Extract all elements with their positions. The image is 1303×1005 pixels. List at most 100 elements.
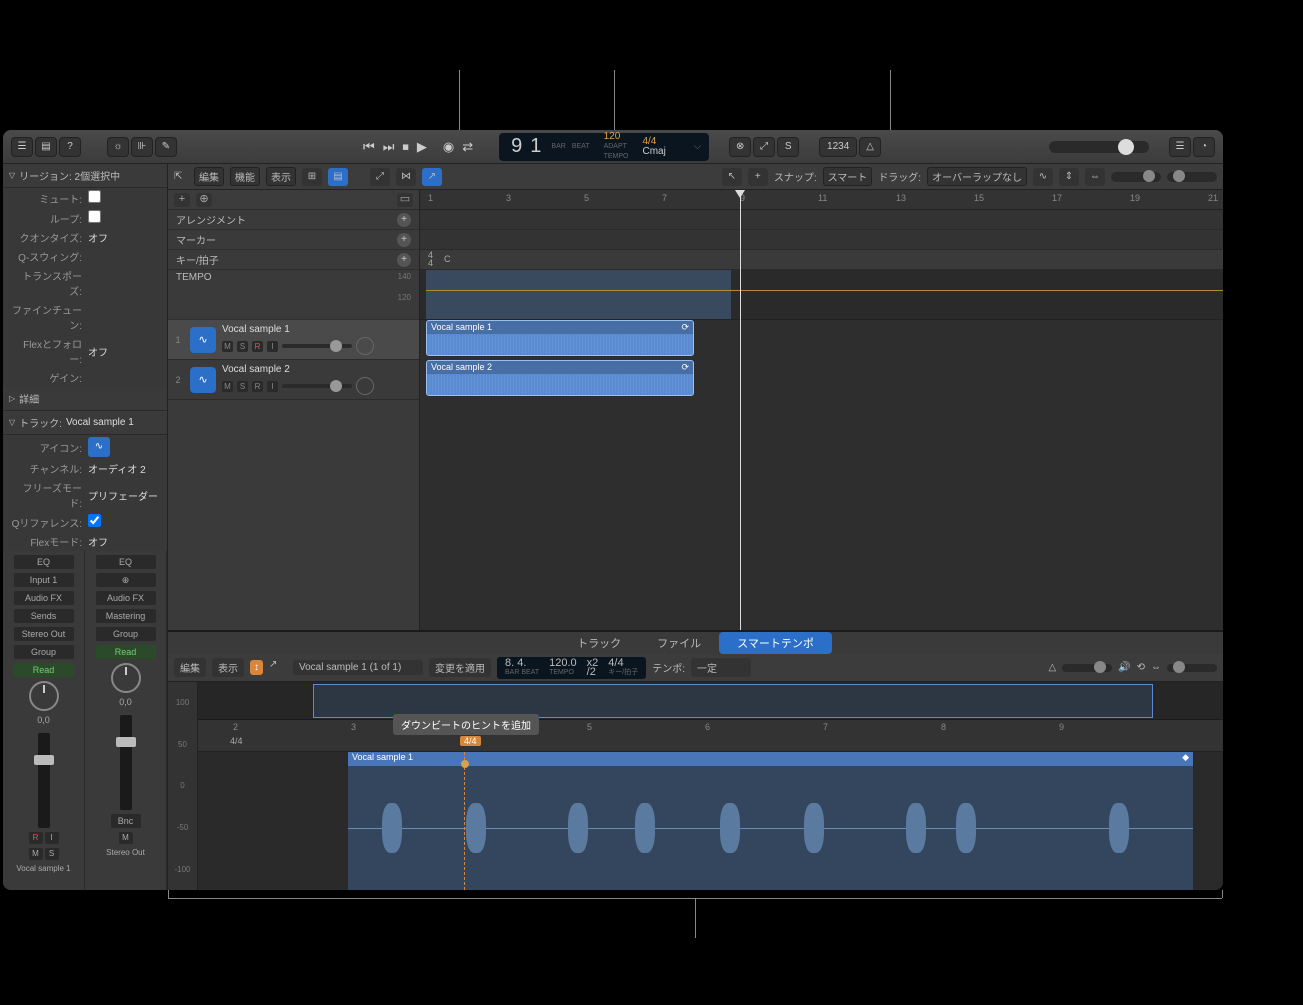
audiofx-slot[interactable]: Audio FX [14, 591, 74, 605]
keysig-lane[interactable]: 44 C [420, 250, 1223, 270]
record-enable-button[interactable]: R [29, 832, 43, 844]
editor-volume-slider[interactable] [1062, 664, 1112, 672]
replace-button[interactable]: ⊗ [729, 137, 751, 157]
collapse-icon[interactable]: ⇱ [174, 171, 188, 182]
audio-region[interactable]: Vocal sample 2⟳ [426, 360, 694, 396]
rewind-button[interactable]: ⏮ [363, 139, 375, 155]
add-track-button[interactable]: + [174, 193, 190, 207]
editor-lcd[interactable]: 8. 4.BAR BEAT 120.0TEMPO x2/2 4/4キー/拍子 [497, 657, 646, 679]
quantize-select[interactable]: オフ [82, 230, 159, 245]
mute-button[interactable]: M [119, 832, 133, 844]
functions-menu[interactable]: 機能 [230, 167, 260, 186]
toolbar-button[interactable]: ☼ [107, 137, 129, 157]
speaker-icon[interactable]: 🔊 [1118, 662, 1130, 673]
add-icon[interactable]: + [397, 213, 411, 227]
snap-select[interactable]: スマート [823, 167, 873, 186]
pan-knob[interactable] [356, 337, 374, 355]
loop-checkbox[interactable] [88, 210, 101, 223]
flex-button[interactable]: ⤢ [370, 168, 390, 186]
add-icon[interactable]: + [397, 253, 411, 267]
track-header[interactable]: 1 ∿ Vocal sample 1 M S R I [168, 320, 419, 360]
volume-fader[interactable] [120, 715, 132, 810]
input-button[interactable]: I [267, 381, 278, 392]
inspector-button[interactable]: ▤ [35, 137, 57, 157]
editor-ruler[interactable]: 2 3 4 5 6 7 8 9 4/4 4/4 [198, 720, 1223, 752]
lcd-key[interactable]: Cmaj [642, 147, 665, 157]
volume-fader[interactable] [38, 733, 50, 828]
input-monitor-button[interactable]: I [45, 832, 59, 844]
library-button[interactable]: ☰ [11, 137, 33, 157]
vertical-auto-zoom-button[interactable]: ⇕ [1059, 168, 1079, 186]
waveform-icon[interactable]: ∿ [190, 327, 216, 353]
solo-button[interactable]: S [45, 848, 59, 860]
record-enable-button[interactable]: R [252, 381, 263, 392]
editor-edit-menu[interactable]: 編集 [174, 658, 206, 677]
smart-controls-button[interactable]: ⊪ [131, 137, 153, 157]
audio-region[interactable]: Vocal sample 1⟳ [426, 320, 694, 356]
volume-slider[interactable] [282, 344, 352, 348]
capture-record-button[interactable]: ◉ [443, 139, 454, 155]
add-icon[interactable]: + [397, 233, 411, 247]
catch-button[interactable]: ↗ [422, 168, 442, 186]
smarttempo-editor[interactable]: 2 3 4 5 6 7 8 9 4/4 4/4 ダウンビートのヒント [198, 682, 1223, 890]
input-slot[interactable]: Input 1 [14, 573, 74, 587]
audiofx-slot[interactable]: Audio FX [96, 591, 156, 605]
metronome-button[interactable]: △ [859, 137, 881, 157]
editor-region-select[interactable]: Vocal sample 1 (1 of 1) [293, 660, 423, 675]
edit-button[interactable]: ✎ [155, 137, 177, 157]
notes-button[interactable]: ◔ [1193, 137, 1215, 157]
timesig-marker-active[interactable]: 4/4 [460, 736, 481, 746]
record-enable-button[interactable]: R [252, 341, 263, 352]
waveform-icon[interactable]: ∿ [190, 367, 216, 393]
eq-slot[interactable]: EQ [96, 555, 156, 569]
global-keysig-row[interactable]: キー/拍子+ [168, 250, 419, 270]
tab-file[interactable]: ファイル [639, 632, 719, 654]
solo-button[interactable]: S [237, 341, 248, 352]
eq-slot[interactable]: EQ [14, 555, 74, 569]
lcd-signature[interactable]: 4/4 [642, 137, 665, 147]
volume-slider[interactable] [282, 384, 352, 388]
editor-region-header[interactable]: Vocal sample 1◆ [348, 752, 1193, 766]
editor-beat-button[interactable]: ↕ [250, 660, 263, 675]
tempo-line[interactable] [426, 290, 1223, 291]
metronome-icon[interactable]: △ [1048, 662, 1056, 673]
list-editors-button[interactable]: ☰ [1169, 137, 1191, 157]
cycle-button[interactable]: ⇄ [462, 139, 473, 155]
editor-view-menu[interactable]: 表示 [212, 658, 244, 677]
input-button[interactable]: I [267, 341, 278, 352]
help-button[interactable]: ? [59, 137, 81, 157]
timesig-marker[interactable]: 4/4 [230, 736, 243, 746]
qref-checkbox[interactable] [88, 514, 101, 527]
drag-select[interactable]: オーバーラップなし [927, 167, 1027, 186]
lcd-display[interactable]: 9 1 BAR BEAT 120 ADAPT TEMPO 4/4 Cmaj ⌵ [499, 133, 709, 161]
global-marker-row[interactable]: マーカー+ [168, 230, 419, 250]
vertical-zoom-slider[interactable] [1111, 172, 1161, 182]
horizontal-zoom-slider[interactable] [1167, 172, 1217, 182]
track-header[interactable]: 2 ∿ Vocal sample 2 M S R I [168, 360, 419, 400]
solo-button[interactable]: S [777, 137, 799, 157]
volume-value[interactable]: 0,0 [119, 697, 132, 707]
mute-button[interactable]: M [222, 381, 233, 392]
mastering-slot[interactable]: Mastering [96, 609, 156, 623]
tempo-lane[interactable] [420, 270, 1223, 320]
group-slot[interactable]: Group [96, 627, 156, 641]
overview-selection[interactable] [313, 684, 1153, 718]
play-button[interactable]: ▶ [417, 139, 427, 155]
solo-button[interactable]: S [237, 381, 248, 392]
add-tool[interactable]: + [748, 168, 768, 186]
channel-select[interactable]: オーディオ 2 [82, 461, 159, 476]
automation-button[interactable]: Read [14, 663, 74, 677]
lcd-dropdown-icon[interactable]: ⌵ [694, 141, 702, 152]
editor-zoom-slider[interactable] [1167, 664, 1217, 672]
tempo-mode-select[interactable]: 一定 [691, 658, 751, 677]
horizontal-auto-zoom-button[interactable]: ⇔ [1085, 168, 1105, 186]
pan-knob[interactable] [111, 663, 141, 693]
mute-checkbox[interactable] [88, 190, 101, 203]
track-icon-button[interactable]: ∿ [88, 437, 110, 457]
arrangement-lane[interactable] [420, 210, 1223, 230]
edit-menu[interactable]: 編集 [194, 167, 224, 186]
duplicate-track-button[interactable]: ⊕ [196, 193, 212, 207]
apply-changes-button[interactable]: 変更を適用 [429, 658, 491, 677]
global-tempo-row[interactable]: TEMPO 140 120 [168, 270, 419, 320]
bounce-button[interactable]: Bnc [111, 814, 141, 828]
